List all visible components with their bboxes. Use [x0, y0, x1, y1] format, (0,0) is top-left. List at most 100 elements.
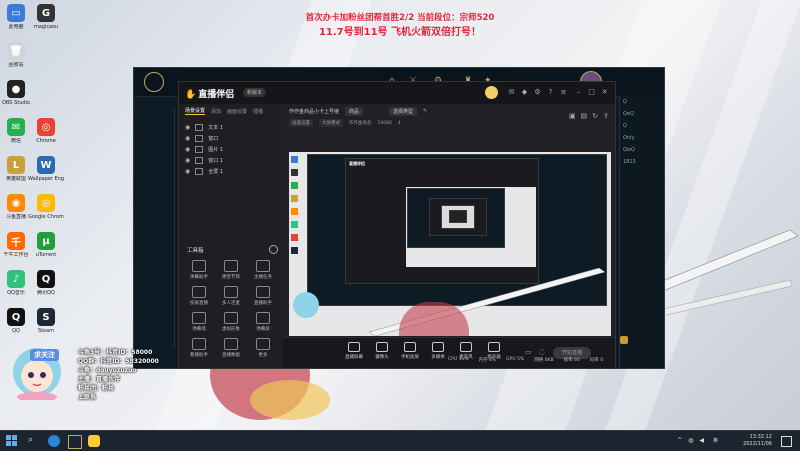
desktop-icon-14[interactable]: Q 腾讯QQ	[28, 270, 64, 296]
stream-preview[interactable]: 直播伴侣	[289, 152, 611, 336]
desktop-icon-10[interactable]: ◎ Chrome	[28, 118, 64, 144]
friend-entry[interactable]: Q	[620, 96, 664, 108]
volume-icon[interactable]: ◀	[699, 437, 704, 444]
edge-browser-icon[interactable]	[48, 435, 60, 447]
status-strip: CPU 11% 内存 8% GPU 5% 网络 0KB 帧率 60 码率 0	[448, 357, 603, 363]
sidebar-tab[interactable]: 添加	[211, 108, 221, 115]
desktop-icon-label: 回收站	[8, 62, 24, 68]
source-button[interactable]: 直播屏幕	[341, 342, 367, 360]
friend-entry[interactable]: QeQ	[620, 108, 664, 120]
taskbar: ⌕ 英 ^ ◍ ◀ 13:32:12 2022/11/06	[0, 430, 800, 451]
tool-button[interactable]: 主播任务	[247, 260, 279, 280]
clock[interactable]: 13:32:12 2022/11/06	[743, 434, 772, 448]
sidebar-tab[interactable]: 场景设置	[185, 107, 206, 115]
eye-icon[interactable]: ◉	[185, 124, 190, 131]
search-icon[interactable]: ⌕	[28, 435, 40, 447]
tool-label: 投屏直播	[190, 301, 208, 306]
desktop-icon-label: Chrome	[36, 138, 56, 144]
source-button[interactable]: 摄像头	[369, 342, 395, 360]
follow-badge: 求关注	[30, 349, 59, 361]
maximize-icon[interactable]: □	[587, 88, 596, 97]
version-badge[interactable]: 新版本	[243, 88, 267, 97]
sidebar-tab[interactable]: 插播	[253, 108, 263, 115]
tool-icon	[224, 286, 238, 298]
eye-icon[interactable]: ◉	[185, 135, 190, 142]
settings-icon[interactable]: ⚙	[533, 88, 542, 97]
gift-icon[interactable]: ◆	[520, 88, 529, 97]
info-item[interactable]: 画面设置	[289, 119, 313, 127]
scene-item[interactable]: ◉ 窗口	[179, 133, 283, 144]
input-language[interactable]: 英	[713, 437, 718, 444]
desktop-icon-9[interactable]: Gmagicasu	[28, 4, 64, 30]
tool-button[interactable]: 投屏直播	[183, 286, 215, 306]
friend-entry[interactable]: Q	[620, 120, 664, 132]
edit-icon[interactable]: ✎	[423, 108, 427, 114]
eye-icon[interactable]: ◉	[185, 157, 190, 164]
title-chip[interactable]: 商品	[345, 106, 364, 116]
eye-icon[interactable]: ◉	[185, 146, 190, 153]
desktop-icon-label: uTorrent	[35, 252, 57, 258]
friend-entry[interactable]: QwQ	[620, 144, 664, 156]
tool-button[interactable]: 更多	[247, 338, 279, 358]
stream-companion-app[interactable]: ✋ 直播伴侣 新版本 ✉ ◆ ⚙ ? ≡ – □ ✕ 场景设置 添加 画面设置 插播 ◉…	[178, 81, 616, 369]
toolbox-expand-icon[interactable]	[269, 245, 278, 254]
scene-item[interactable]: ◉ 窗口 1	[179, 155, 283, 166]
desktop-icon-11[interactable]: W Wallpaper Engine	[28, 156, 64, 182]
network-icon[interactable]: ◍	[688, 437, 693, 444]
game-friend-list[interactable]: Q QeQ Q Only QwQ 1813	[619, 96, 664, 368]
info-item: 4	[397, 120, 401, 126]
share-icon[interactable]: ⇪	[603, 112, 609, 120]
scene-item[interactable]: ◉ 全屏 1	[179, 166, 283, 177]
desktop-icon-13[interactable]: μ uTorrent	[28, 232, 64, 258]
tool-icon	[256, 260, 270, 272]
tool-button[interactable]: 直播助手	[247, 286, 279, 306]
info-bar: 画面设置 大屏模式 作作金商品 54080 4	[283, 118, 615, 128]
message-icon[interactable]: ✉	[507, 88, 516, 97]
info-item[interactable]: 大屏模式	[319, 119, 343, 127]
stream-title[interactable]: 作作金商品小卡上号继	[289, 108, 339, 115]
tool-button[interactable]: 弹幕墙	[183, 312, 215, 332]
desktop-icon-label: OBS Studio	[2, 100, 30, 106]
league-client-icon[interactable]	[68, 435, 82, 449]
tool-icon	[192, 286, 206, 298]
camera-toggle-icon[interactable]: ▭	[525, 348, 532, 356]
save-icon[interactable]: ▣	[569, 112, 576, 120]
scene-item[interactable]: ◉ 文本 1	[179, 122, 283, 133]
refresh-icon[interactable]: ↻	[592, 112, 598, 120]
desktop-icon-2[interactable]: 🗑 回收站	[0, 42, 34, 68]
chevron-up-icon[interactable]: ^	[677, 437, 682, 444]
menu-icon[interactable]: ≡	[559, 88, 568, 97]
beauty-icon[interactable]: ◌	[539, 348, 545, 356]
tool-button[interactable]: 看播助手	[183, 338, 215, 358]
bottom-control-bar: 直播屏幕摄像头手机投屏多媒体麦克风扬声器 ▭ ◌ ⚙ 开始直播	[283, 337, 615, 368]
tool-button[interactable]: 直播数据	[215, 338, 247, 358]
game-panel-decor	[140, 108, 175, 348]
tool-button[interactable]: 便签节目	[215, 260, 247, 280]
sidebar-tab[interactable]: 画面设置	[227, 108, 247, 115]
layout-icon[interactable]: ▤	[581, 112, 588, 120]
category-select[interactable]: 选择类型	[389, 106, 418, 116]
desktop-icon-16[interactable]: Q QQ	[0, 308, 34, 334]
desktop-icon-12[interactable]: ◎ Google Chrome	[28, 194, 64, 220]
friend-entry[interactable]: 1813	[620, 156, 664, 168]
tool-button[interactable]: 弹幕屏	[247, 312, 279, 332]
tool-button[interactable]: 多人连麦	[215, 286, 247, 306]
desktop-app-icon: μ	[37, 232, 55, 250]
stream-app-taskbar-icon[interactable]	[88, 435, 100, 447]
desktop-icon-label: Wallpaper Engine	[28, 176, 64, 182]
user-avatar[interactable]	[485, 86, 498, 99]
close-icon[interactable]: ✕	[600, 88, 609, 97]
windows-start-icon[interactable]	[6, 435, 18, 447]
desktop-icon-3[interactable]: ● OBS Studio	[0, 80, 34, 106]
notification-icon[interactable]	[781, 436, 792, 447]
tool-label: 虚拟形象	[222, 327, 240, 332]
friend-entry[interactable]: Only	[620, 132, 664, 144]
tool-button[interactable]: 虚拟形象	[215, 312, 247, 332]
scene-item[interactable]: ◉ 图片 1	[179, 144, 283, 155]
tool-label: 看播助手	[190, 353, 208, 358]
tool-button[interactable]: 弹幕助手	[183, 260, 215, 280]
help-icon[interactable]: ?	[546, 88, 555, 97]
source-button[interactable]: 手机投屏	[397, 342, 423, 360]
eye-icon[interactable]: ◉	[185, 168, 190, 175]
minimize-icon[interactable]: –	[574, 88, 583, 97]
